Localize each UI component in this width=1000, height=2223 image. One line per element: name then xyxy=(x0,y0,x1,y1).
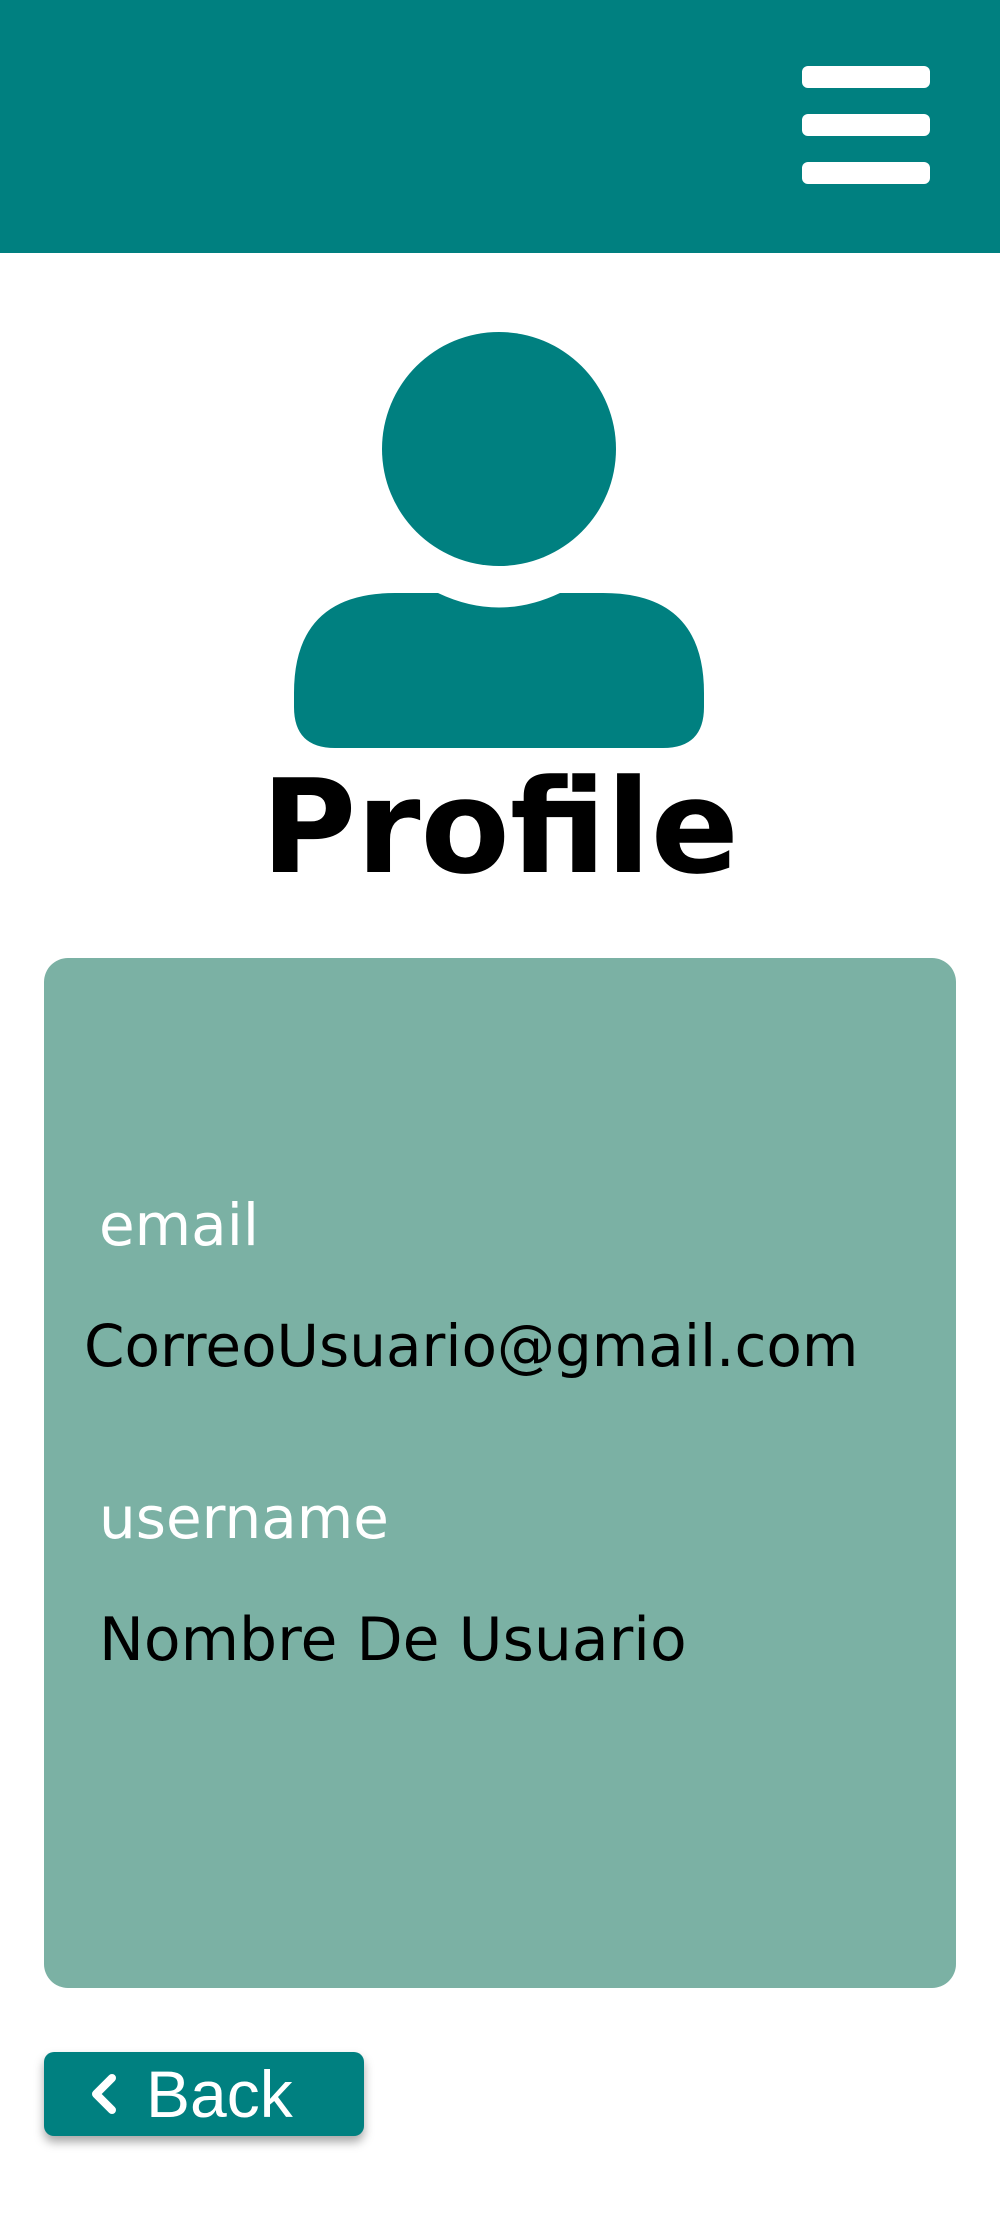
username-value: Nombre De Usuario xyxy=(99,1605,687,1675)
back-button[interactable]: Back xyxy=(44,2052,364,2136)
username-label: username xyxy=(99,1484,389,1552)
back-label: Back xyxy=(146,2057,293,2131)
email-label: email xyxy=(99,1191,259,1259)
top-app-bar xyxy=(0,0,1000,253)
hamburger-menu-icon xyxy=(802,162,930,184)
menu-button[interactable] xyxy=(792,58,940,198)
hamburger-menu-icon xyxy=(802,114,930,136)
user-profile-icon xyxy=(290,332,708,748)
page-title: Profile xyxy=(261,751,739,903)
email-value: CorreoUsuario@gmail.com xyxy=(84,1312,859,1380)
chevron-left-icon xyxy=(84,2072,128,2116)
profile-card: email CorreoUsuario@gmail.com username N… xyxy=(44,958,956,1988)
hamburger-menu-icon xyxy=(802,66,930,88)
